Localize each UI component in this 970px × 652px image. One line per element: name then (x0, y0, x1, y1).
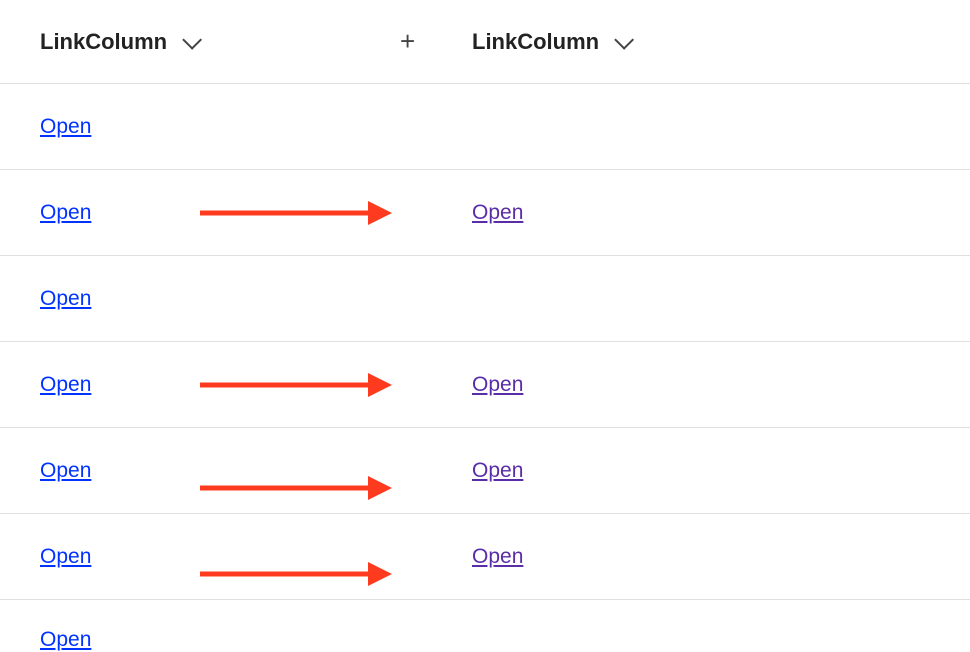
column-header-label: LinkColumn (40, 29, 167, 55)
table-row: Open Open (0, 514, 970, 600)
column-header-label: LinkColumn (472, 29, 599, 55)
cell-col1: Open (40, 459, 400, 483)
chevron-down-icon (182, 29, 202, 49)
cell-col1: Open (40, 628, 400, 652)
table-row: Open Open (0, 342, 970, 428)
cell-col2: Open (472, 201, 523, 225)
open-link[interactable]: Open (40, 373, 91, 396)
cell-col1: Open (40, 545, 400, 569)
chevron-down-icon (614, 29, 634, 49)
arrow-line (200, 485, 372, 490)
cell-col2: Open (472, 459, 523, 483)
open-link[interactable]: Open (472, 373, 523, 396)
column-header-linkcolumn-1[interactable]: LinkColumn (40, 29, 400, 55)
table-row: Open (0, 84, 970, 170)
cell-col1: Open (40, 115, 400, 139)
open-link[interactable]: Open (472, 459, 523, 482)
add-column-area: + (400, 26, 472, 57)
table-row: Open (0, 256, 970, 342)
cell-col1: Open (40, 373, 400, 397)
open-link[interactable]: Open (472, 201, 523, 224)
open-link[interactable]: Open (40, 628, 91, 651)
open-link[interactable]: Open (40, 459, 91, 482)
arrow-line (200, 571, 372, 576)
open-link[interactable]: Open (40, 545, 91, 568)
table-row: Open (0, 600, 970, 652)
open-link[interactable]: Open (472, 545, 523, 568)
table-row: Open Open (0, 428, 970, 514)
column-header-row: LinkColumn + LinkColumn (0, 0, 970, 84)
cell-col2: Open (472, 545, 523, 569)
open-link[interactable]: Open (40, 115, 91, 138)
add-column-button[interactable]: + (400, 26, 415, 57)
open-link[interactable]: Open (40, 201, 91, 224)
cell-col2: Open (472, 373, 523, 397)
column-header-linkcolumn-2[interactable]: LinkColumn (472, 29, 629, 55)
table-row: Open Open (0, 170, 970, 256)
open-link[interactable]: Open (40, 287, 91, 310)
cell-col1: Open (40, 287, 400, 311)
cell-col1: Open (40, 201, 400, 225)
